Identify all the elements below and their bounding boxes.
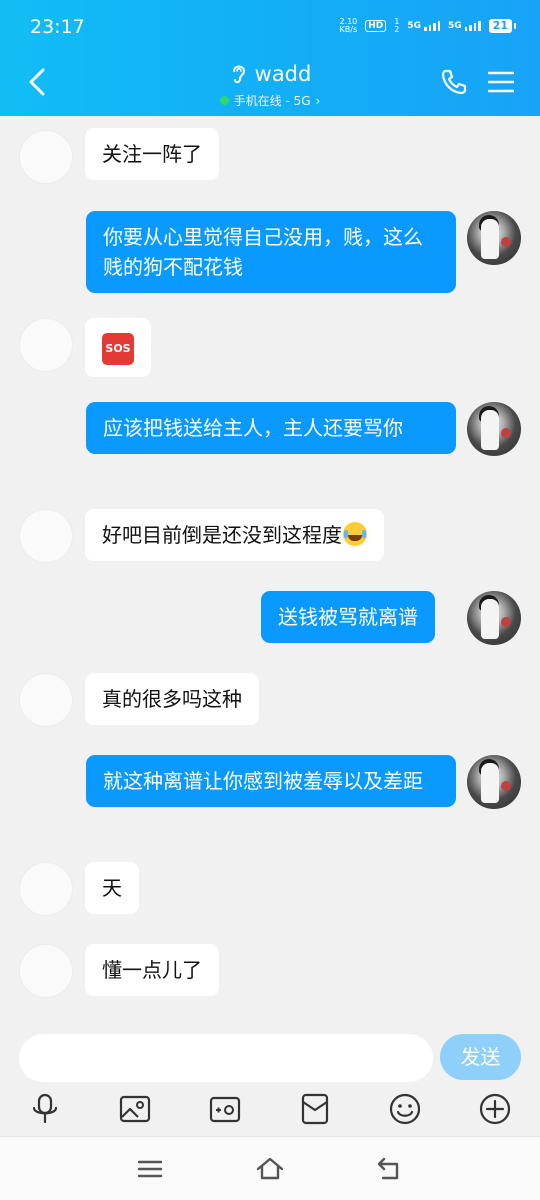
send-button[interactable]: 发送: [440, 1034, 521, 1080]
message-received[interactable]: 懂一点儿了: [85, 944, 219, 996]
plus-icon[interactable]: [478, 1092, 512, 1126]
my-avatar[interactable]: [467, 591, 521, 645]
laughing-tears-emoji-icon: [343, 522, 367, 546]
network-speed: 2.10 KB/s: [339, 17, 358, 34]
message-list[interactable]: 关注一阵了 你要从心里觉得自己没用，贱，这么贱的狗不配花钱 SOS 应该把钱送给…: [0, 116, 540, 1022]
emoji-icon[interactable]: [388, 1092, 422, 1126]
sim-slots: 1 2: [394, 17, 400, 34]
online-status: 手机在线 - 5G ›: [219, 92, 320, 109]
battery-icon: 21: [488, 19, 517, 33]
input-toolbar: [0, 1088, 540, 1136]
system-indicators: 2.10 KB/s HD 1 2 5G 5G 21: [339, 17, 517, 34]
message-sent[interactable]: 应该把钱送给主人，主人还要骂你: [86, 402, 456, 454]
contact-avatar[interactable]: [19, 130, 73, 184]
ear-icon: [232, 65, 245, 84]
my-avatar[interactable]: [467, 211, 521, 265]
signal-icon: 5G: [407, 21, 441, 31]
signal-icon-2: 5G: [448, 21, 481, 31]
hamburger-menu-icon[interactable]: [488, 70, 514, 94]
message-received[interactable]: 好吧目前倒是还没到这程度: [85, 509, 384, 561]
sos-emoji-icon: SOS: [102, 333, 134, 365]
status-bar: 23:17 2.10 KB/s HD 1 2 5G 5G 21: [0, 0, 540, 56]
message-input[interactable]: [19, 1034, 433, 1082]
contact-name: wadd: [254, 62, 312, 86]
hd-icon: HD: [365, 20, 387, 32]
input-bar: 发送: [0, 1022, 540, 1088]
menu-icon[interactable]: [135, 1155, 165, 1183]
message-received[interactable]: SOS: [85, 318, 151, 377]
message-received[interactable]: 关注一阵了: [85, 128, 219, 180]
image-icon[interactable]: [118, 1092, 152, 1126]
online-dot-icon: [219, 96, 229, 105]
system-nav-bar: [0, 1136, 540, 1200]
home-icon[interactable]: [255, 1155, 285, 1183]
clock: 23:17: [30, 16, 85, 38]
contact-title: wadd: [229, 62, 312, 86]
message-sent[interactable]: 送钱被骂就离谱: [261, 591, 435, 643]
message-received[interactable]: 真的很多吗这种: [85, 673, 259, 725]
my-avatar[interactable]: [467, 755, 521, 809]
contact-avatar[interactable]: [19, 673, 73, 727]
camera-icon[interactable]: [208, 1092, 242, 1126]
contact-avatar[interactable]: [19, 509, 73, 563]
chat-header: 23:17 2.10 KB/s HD 1 2 5G 5G 21 wadd 手机在…: [0, 0, 540, 116]
back-icon[interactable]: [375, 1155, 405, 1183]
contact-avatar[interactable]: [19, 862, 73, 916]
phone-call-icon[interactable]: [440, 68, 468, 96]
message-received[interactable]: 天: [85, 862, 139, 914]
contact-avatar[interactable]: [19, 318, 73, 372]
message-sent[interactable]: 你要从心里觉得自己没用，贱，这么贱的狗不配花钱: [86, 211, 456, 293]
my-avatar[interactable]: [467, 402, 521, 456]
microphone-icon[interactable]: [28, 1092, 62, 1126]
red-envelope-icon[interactable]: [298, 1092, 332, 1126]
contact-avatar[interactable]: [19, 944, 73, 998]
message-sent[interactable]: 就这种离谱让你感到被羞辱以及差距: [86, 755, 456, 807]
